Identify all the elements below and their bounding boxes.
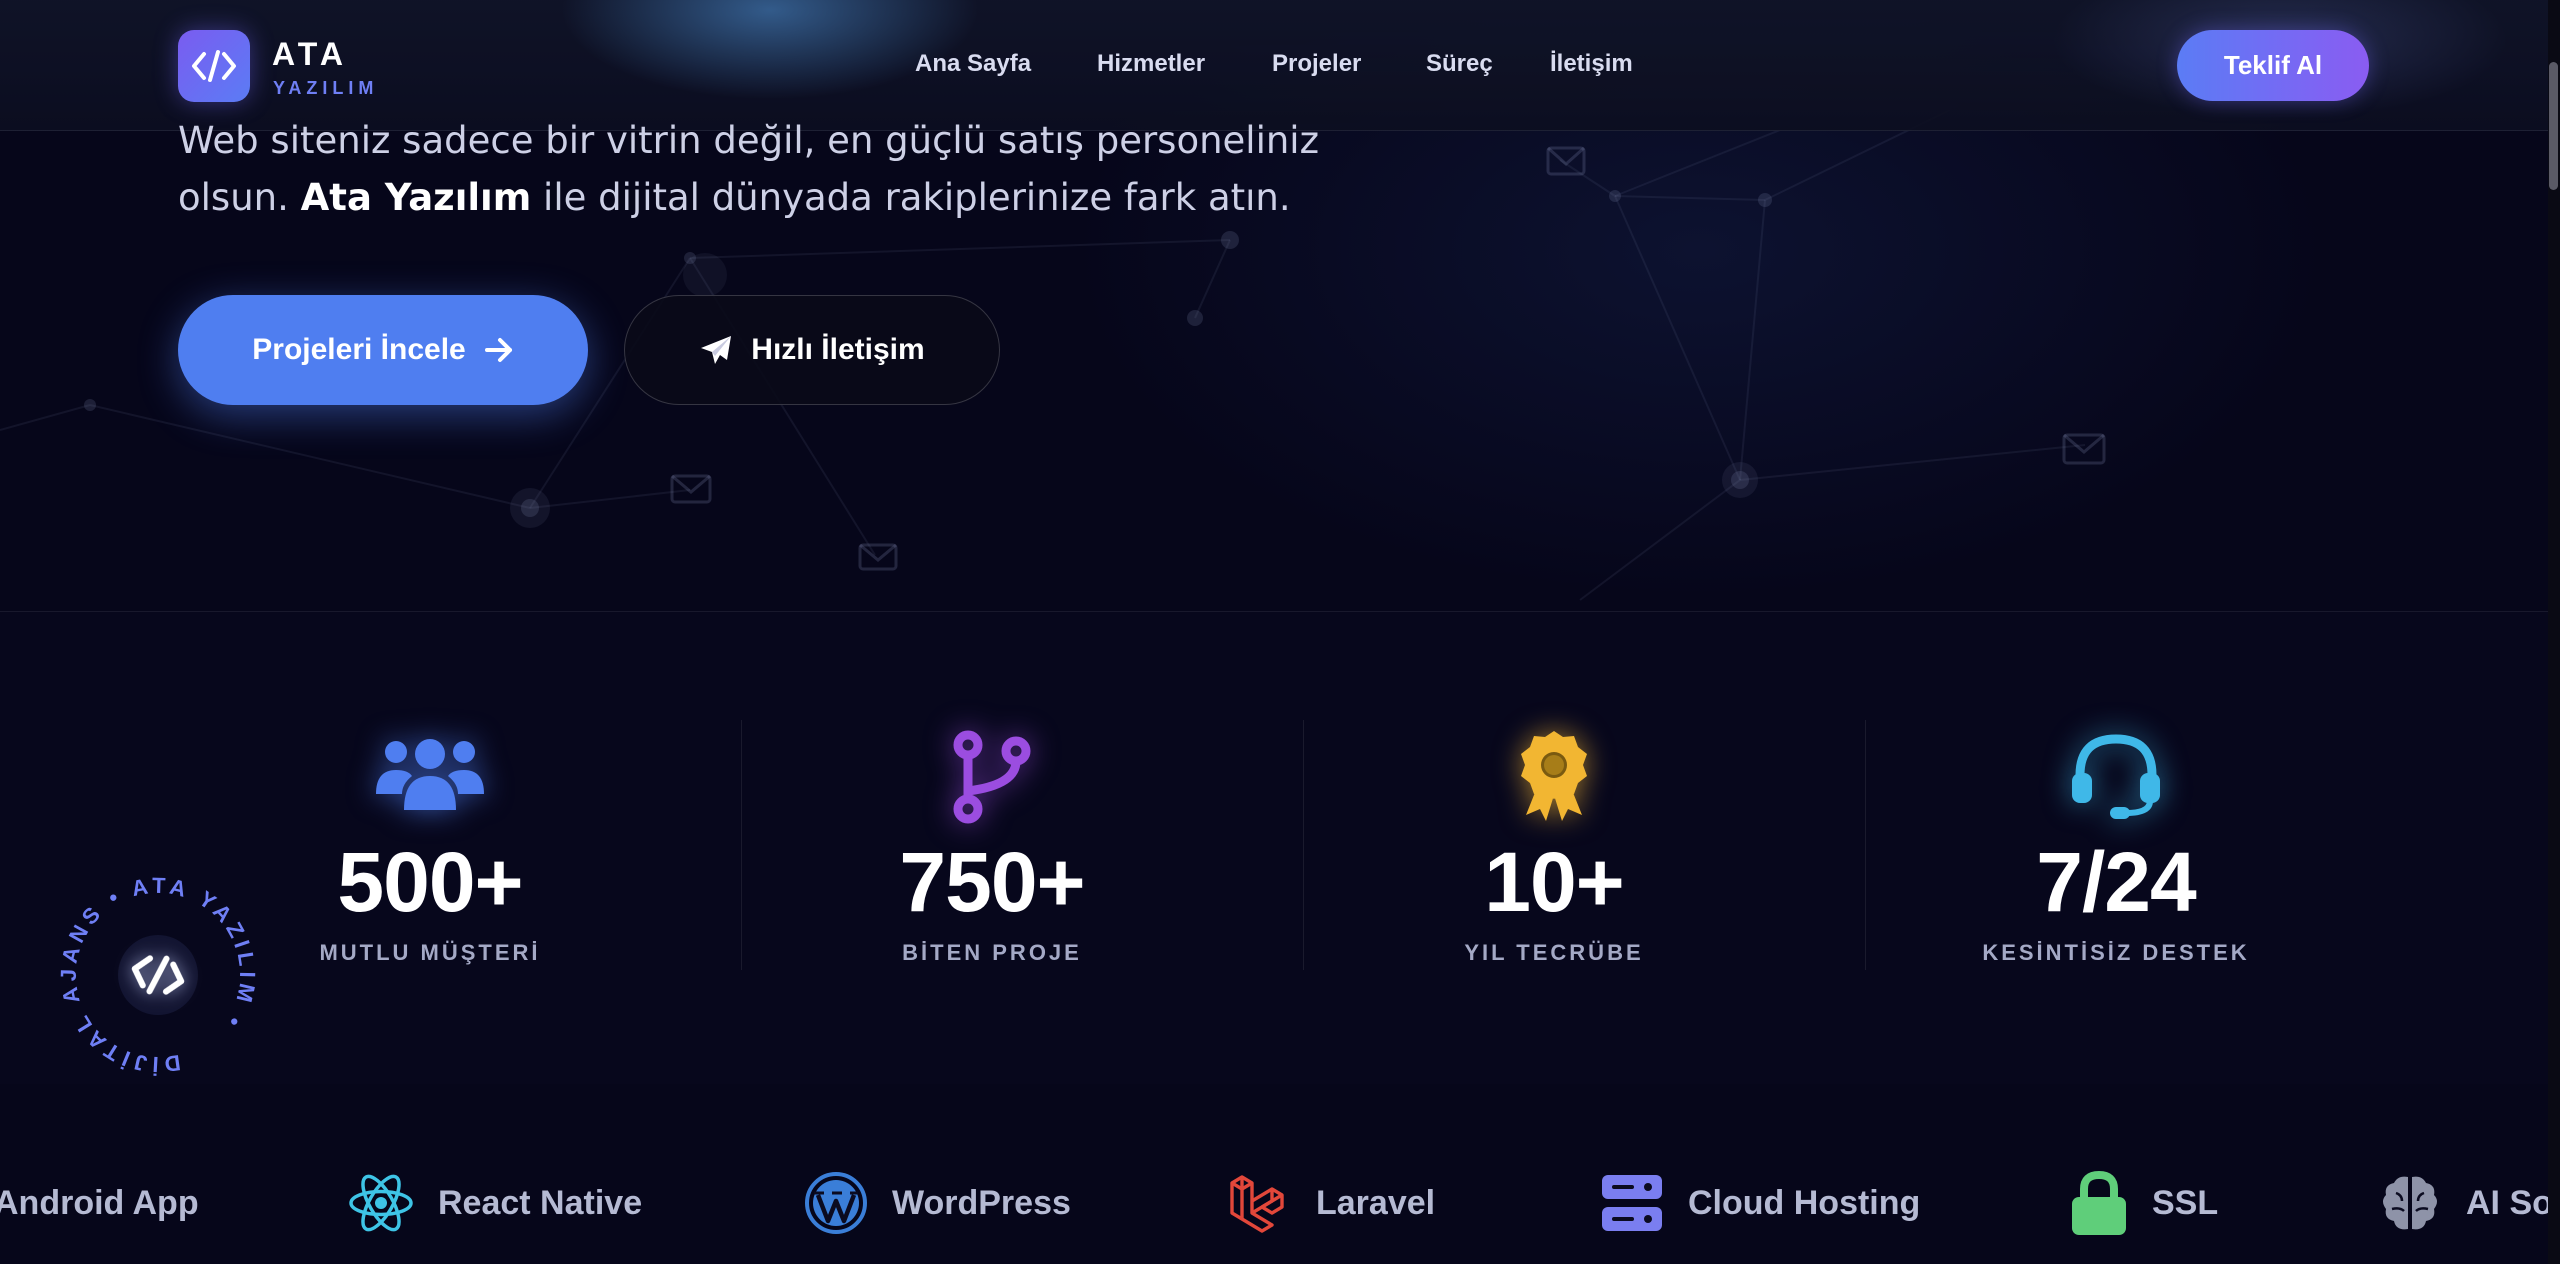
stat-label: KESİNTİSİZ DESTEK: [1982, 940, 2250, 965]
stat-value: 7/24: [2036, 835, 2197, 929]
hero-line-1: Web siteniz sadece bir vitrin değil, en …: [178, 119, 1320, 162]
brand-name[interactable]: ATA: [272, 36, 348, 73]
hero-brand-highlight: Ata Yazılım: [300, 176, 532, 219]
page: ATA YAZILIM Ana Sayfa Hizmetler Projeler…: [0, 0, 2560, 1264]
paper-plane-icon: [701, 336, 732, 364]
award-icon: [1494, 722, 1614, 832]
quick-contact-button[interactable]: Hızlı İletişim: [624, 295, 1000, 405]
arrow-right-icon: [484, 338, 512, 362]
scrollbar-thumb[interactable]: [2549, 62, 2558, 190]
wordpress-icon: [805, 1172, 867, 1234]
tech-item-android: Android App: [0, 1168, 199, 1238]
users-icon: [370, 722, 490, 832]
view-projects-button[interactable]: Projeleri İncele: [178, 295, 588, 405]
hero-description: Web siteniz sadece bir vitrin değil, en …: [178, 112, 1378, 226]
nav-link-services[interactable]: Hizmetler: [1097, 50, 1205, 78]
get-quote-button[interactable]: Teklif Al: [2177, 30, 2369, 101]
code-branch-icon: [932, 722, 1052, 832]
stat-label: BİTEN PROJE: [902, 940, 1082, 965]
view-projects-label: Projeleri İncele: [252, 333, 466, 366]
laravel-icon: [1230, 1175, 1284, 1233]
stat-completed-projects: 750+ BİTEN PROJE: [712, 612, 1272, 1084]
nav-link-process[interactable]: Süreç: [1426, 50, 1493, 78]
react-icon: [349, 1174, 413, 1232]
stat-value: 10+: [1484, 835, 1625, 929]
nav-link-home[interactable]: Ana Sayfa: [915, 50, 1031, 78]
nav-link-projects[interactable]: Projeler: [1272, 50, 1361, 78]
brain-icon: [2383, 1176, 2437, 1230]
tech-item-cloud-hosting: Cloud Hosting: [1600, 1168, 1920, 1238]
tech-item-react-native: React Native: [348, 1168, 642, 1238]
stats-section: 500+ MUTLU MÜŞTERİ 750+ BİTEN PROJE 10+ …: [0, 611, 2548, 1085]
quick-contact-label: Hızlı İletişim: [751, 333, 925, 366]
tech-label: AI So: [2466, 1183, 2553, 1222]
tech-label: SSL: [2152, 1183, 2219, 1222]
tech-label: Android App: [0, 1183, 199, 1222]
tech-item-wordpress: WordPress: [804, 1168, 1071, 1238]
stat-value: 750+: [899, 835, 1085, 929]
stat-support: 7/24 KESİNTİSİZ DESTEK: [1836, 612, 2396, 1084]
lock-icon: [2072, 1170, 2126, 1235]
logo-icon[interactable]: [178, 30, 250, 102]
stat-label: YIL TECRÜBE: [1464, 940, 1644, 965]
hero-line-2-suffix: ile dijital dünyada rakiplerinize fark a…: [531, 176, 1291, 219]
hero-line-2: olsun. Ata Yazılım ile dijital dünyada r…: [178, 169, 1378, 226]
tech-item-laravel: Laravel: [1228, 1168, 1435, 1238]
tech-label: WordPress: [892, 1183, 1071, 1222]
tech-label: Cloud Hosting: [1688, 1183, 1921, 1222]
tech-label: React Native: [438, 1183, 643, 1222]
tech-item-ai: AI So: [2378, 1168, 2553, 1238]
nav-link-contact[interactable]: İletişim: [1550, 50, 1633, 78]
tech-label: Laravel: [1316, 1183, 1436, 1222]
tech-item-ssl: SSL: [2070, 1168, 2218, 1238]
stat-years-experience: 10+ YIL TECRÜBE: [1274, 612, 1834, 1084]
hero-line-2-prefix: olsun.: [178, 176, 301, 219]
headset-icon: [2056, 722, 2176, 832]
brand-tagline: YAZILIM: [273, 78, 379, 98]
digital-agency-badge: DİJİTAL AJANS • ATA YAZILIM •: [48, 865, 268, 1085]
server-icon: [1602, 1175, 1662, 1231]
